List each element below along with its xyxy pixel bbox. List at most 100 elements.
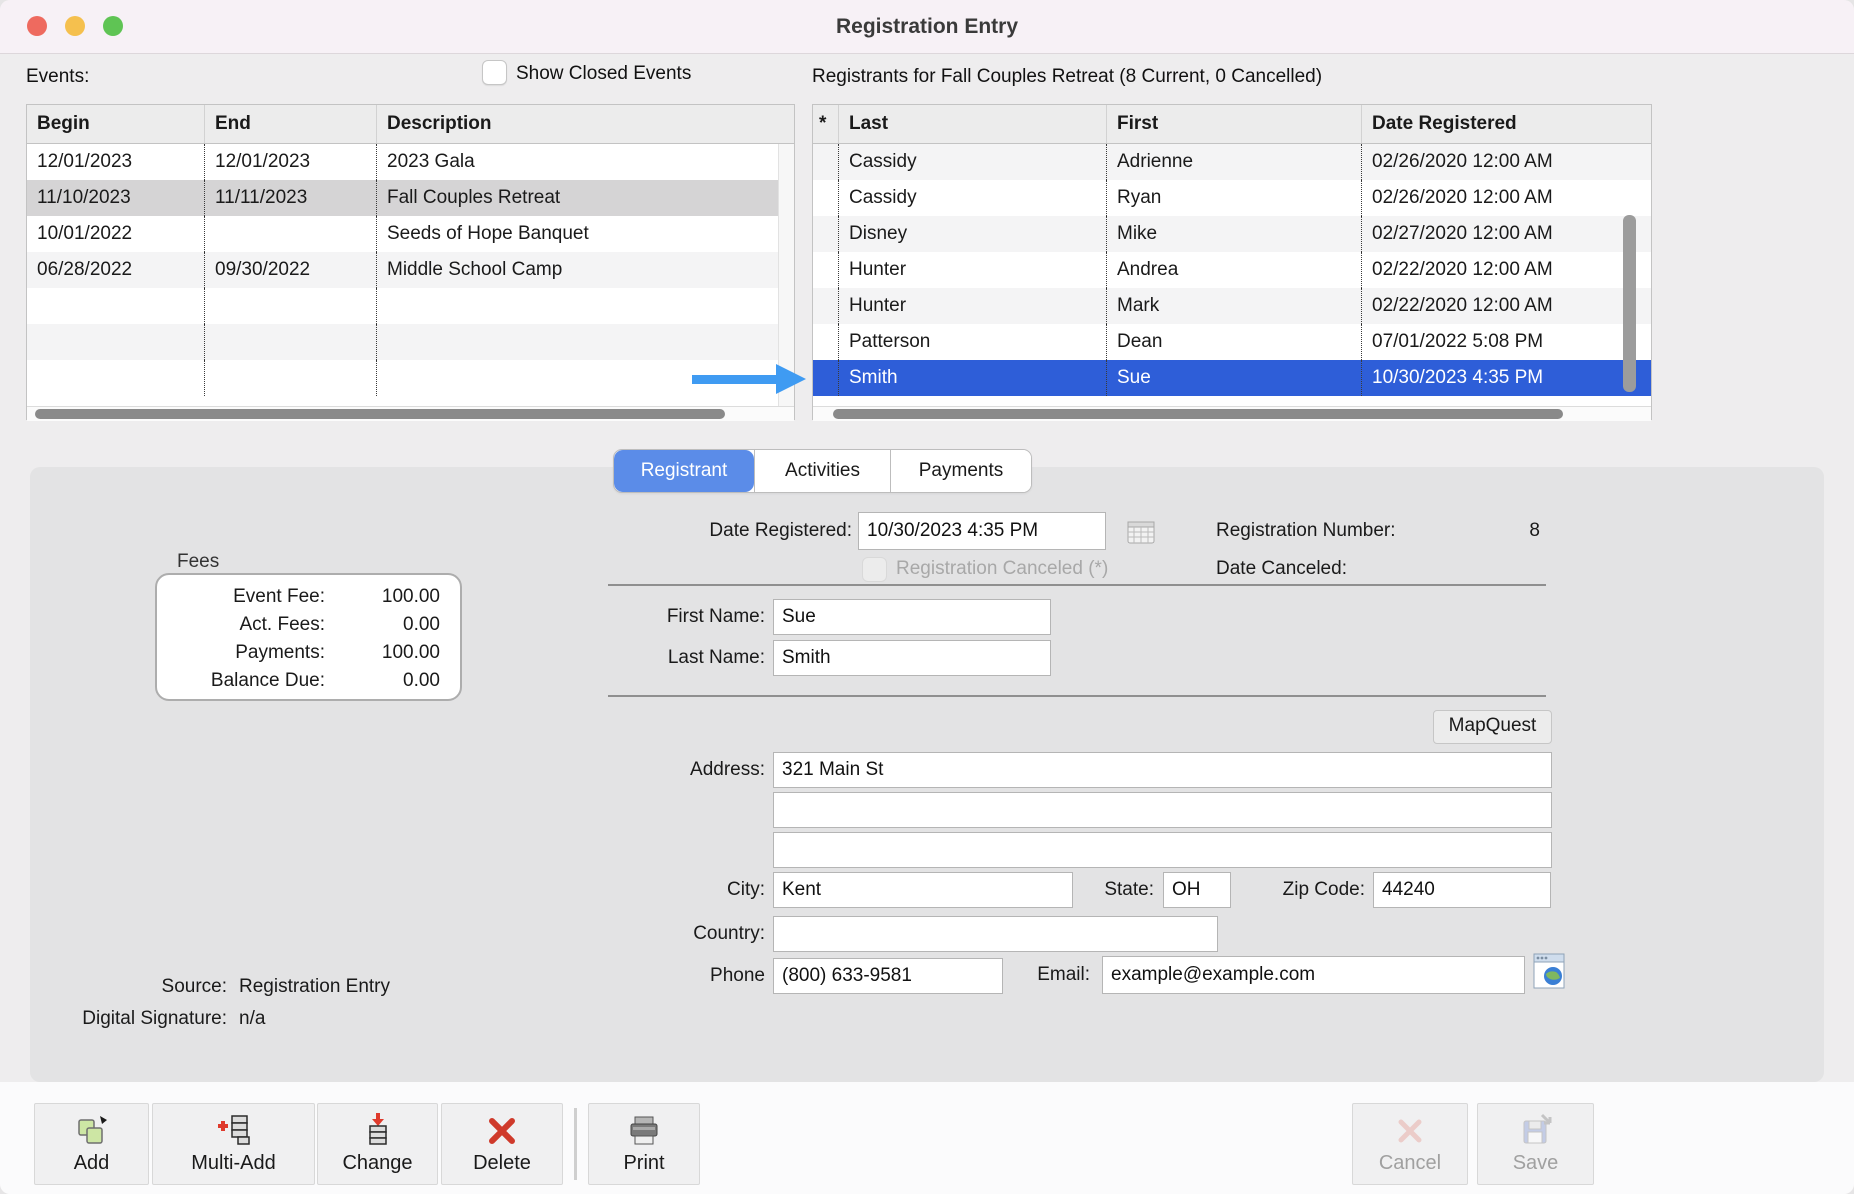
act-fees-value: 0.00	[325, 611, 460, 639]
registrant-last: Patterson	[838, 324, 1106, 360]
date-registered-input[interactable]	[858, 512, 1106, 550]
source-label: Source:	[30, 976, 227, 998]
phone-label: Phone	[530, 958, 765, 994]
registrant-row[interactable]: Disney Mike 02/27/2020 12:00 AM	[813, 216, 1651, 252]
event-end: 09/30/2022	[204, 252, 376, 288]
tab-payments[interactable]: Payments	[890, 450, 1031, 492]
registration-canceled-checkbox	[862, 557, 887, 582]
show-closed-events-checkbox[interactable]	[482, 60, 507, 85]
add-button[interactable]: Add	[34, 1103, 149, 1185]
registrants-section-title: Registrants for Fall Couples Retreat (8 …	[812, 66, 1322, 88]
event-begin: 06/28/2022	[27, 252, 204, 288]
events-horizontal-scrollbar	[27, 406, 794, 421]
events-hscroll-thumb[interactable]	[35, 409, 725, 419]
country-label: Country:	[530, 916, 765, 952]
show-closed-events-label: Show Closed Events	[516, 63, 691, 85]
registrant-last: Hunter	[838, 288, 1106, 324]
printer-icon	[626, 1111, 662, 1151]
payments-value: 100.00	[325, 639, 460, 667]
events-table-header: Begin End Description	[27, 105, 794, 144]
floppy-save-icon	[1518, 1111, 1554, 1151]
minimize-button[interactable]	[65, 16, 85, 36]
events-col-begin[interactable]: Begin	[27, 105, 204, 143]
registrants-hscroll-thumb[interactable]	[833, 409, 1563, 419]
email-window-icon[interactable]	[1532, 950, 1566, 997]
cancel-x-icon	[1393, 1111, 1427, 1151]
registrant-first: Andrea	[1106, 252, 1361, 288]
address-line1-input[interactable]	[773, 752, 1552, 788]
source-value: Registration Entry	[239, 976, 390, 998]
registrant-last: Smith	[838, 360, 1106, 396]
registrants-vscroll-thumb[interactable]	[1623, 215, 1636, 392]
titlebar: Registration Entry	[0, 0, 1854, 54]
add-records-icon	[73, 1111, 111, 1151]
address-label: Address:	[530, 752, 765, 788]
events-col-end[interactable]: End	[204, 105, 376, 143]
first-name-input[interactable]	[773, 599, 1051, 635]
address-line2-input[interactable]	[773, 792, 1552, 828]
registration-number-value: 8	[1485, 512, 1540, 550]
tab-registrant[interactable]: Registrant	[614, 450, 754, 492]
date-registered-label: Date Registered:	[530, 512, 852, 550]
mapquest-button[interactable]: MapQuest	[1433, 710, 1552, 744]
registrants-col-date[interactable]: Date Registered	[1361, 105, 1651, 143]
event-description: Middle School Camp	[376, 252, 794, 288]
registration-entry-window: Registration Entry Events: Show Closed E…	[0, 0, 1854, 1194]
registrants-col-first[interactable]: First	[1106, 105, 1361, 143]
registrant-row[interactable]: Hunter Andrea 02/22/2020 12:00 AM	[813, 252, 1651, 288]
fees-box: Event Fee:100.00 Act. Fees:0.00 Payments…	[155, 573, 462, 701]
registrant-row-selected[interactable]: Smith Sue 10/30/2023 4:35 PM	[813, 360, 1651, 396]
zip-code-label: Zip Code:	[1180, 872, 1365, 908]
event-end	[204, 216, 376, 252]
section-divider	[608, 695, 1546, 697]
city-label: City:	[530, 872, 765, 908]
selection-pointer-arrow-icon	[692, 364, 806, 394]
registrants-table-body: Cassidy Adrienne 02/26/2020 12:00 AM Cas…	[813, 144, 1651, 406]
registrant-row[interactable]: Cassidy Ryan 02/26/2020 12:00 AM	[813, 180, 1651, 216]
registrant-last: Cassidy	[838, 180, 1106, 216]
digital-signature-label: Digital Signature:	[30, 1008, 227, 1030]
event-row[interactable]: 06/28/2022 09/30/2022 Middle School Camp	[27, 252, 794, 288]
registrant-row[interactable]: Cassidy Adrienne 02/26/2020 12:00 AM	[813, 144, 1651, 180]
email-label: Email:	[930, 956, 1090, 994]
city-input[interactable]	[773, 872, 1073, 908]
print-button[interactable]: Print	[588, 1103, 700, 1185]
event-end: 11/11/2023	[204, 180, 376, 216]
registrant-first: Mark	[1106, 288, 1361, 324]
multi-add-button[interactable]: Multi-Add	[152, 1103, 315, 1185]
toolbar-divider	[574, 1108, 577, 1180]
event-row[interactable]: 10/01/2022 Seeds of Hope Banquet	[27, 216, 794, 252]
registrant-last: Hunter	[838, 252, 1106, 288]
registration-canceled-label: Registration Canceled (*)	[896, 558, 1108, 580]
event-fee-value: 100.00	[325, 583, 460, 611]
close-button[interactable]	[27, 16, 47, 36]
registrants-col-star[interactable]: *	[813, 105, 838, 143]
event-row-selected[interactable]: 11/10/2023 11/11/2023 Fall Couples Retre…	[27, 180, 794, 216]
event-row[interactable]: 12/01/2023 12/01/2023 2023 Gala	[27, 144, 794, 180]
country-input[interactable]	[773, 916, 1218, 952]
registrant-row[interactable]: Hunter Mark 02/22/2020 12:00 AM	[813, 288, 1651, 324]
delete-button[interactable]: Delete	[441, 1103, 563, 1185]
change-button[interactable]: Change	[317, 1103, 438, 1185]
change-record-icon	[361, 1111, 395, 1151]
delete-x-icon	[485, 1111, 519, 1151]
email-input[interactable]	[1102, 956, 1525, 994]
calendar-icon[interactable]	[1125, 517, 1157, 552]
last-name-input[interactable]	[773, 640, 1051, 676]
event-begin: 10/01/2022	[27, 216, 204, 252]
zoom-button[interactable]	[103, 16, 123, 36]
registration-number-label: Registration Number:	[1216, 512, 1396, 550]
registrants-horizontal-scrollbar	[813, 406, 1651, 421]
event-row-empty	[27, 288, 794, 324]
registrant-date: 02/27/2020 12:00 AM	[1361, 216, 1651, 252]
tab-activities[interactable]: Activities	[754, 450, 890, 492]
events-col-description[interactable]: Description	[376, 105, 794, 143]
registrant-date: 02/22/2020 12:00 AM	[1361, 288, 1651, 324]
address-line3-input[interactable]	[773, 832, 1552, 868]
event-description: Fall Couples Retreat	[376, 180, 794, 216]
registrants-col-last[interactable]: Last	[838, 105, 1106, 143]
zip-code-input[interactable]	[1373, 872, 1551, 908]
registrant-first: Dean	[1106, 324, 1361, 360]
registrant-row[interactable]: Patterson Dean 07/01/2022 5:08 PM	[813, 324, 1651, 360]
registrant-date: 10/30/2023 4:35 PM	[1361, 360, 1651, 396]
